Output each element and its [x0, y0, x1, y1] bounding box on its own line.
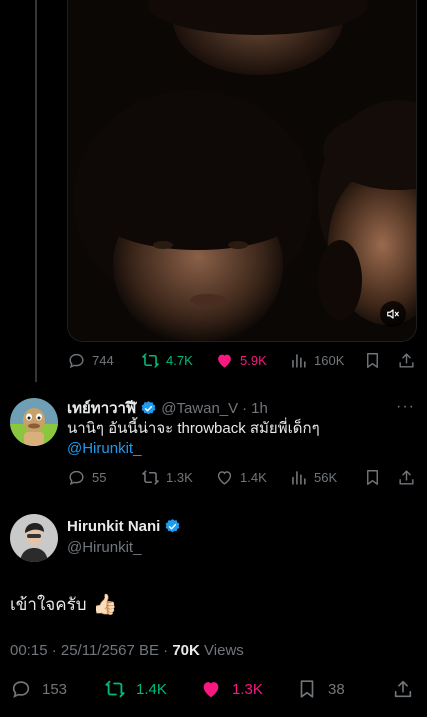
main-author-name[interactable]: Hirunkit Nani — [67, 518, 160, 535]
verified-badge-icon — [165, 519, 180, 533]
reply-icon — [69, 470, 84, 485]
retweet-button[interactable]: 1.4K — [104, 676, 167, 702]
retweet-count: 1.3K — [166, 469, 193, 485]
main-tweet-actions: 153 1.4K 1.3K 38 — [0, 676, 427, 702]
avatar-image — [10, 514, 58, 562]
reply-button[interactable]: 55 — [67, 466, 106, 488]
bookmark-icon — [367, 469, 378, 485]
tweet-views-count: 70K — [172, 642, 200, 659]
like-count: 1.3K — [232, 680, 263, 698]
views-count: 160K — [314, 352, 345, 368]
share-button[interactable] — [392, 676, 414, 702]
verified-badge-icon — [141, 400, 156, 414]
share-button[interactable] — [397, 349, 416, 371]
main-author: Hirunkit Nani — [67, 518, 181, 535]
like-button[interactable]: 1.4K — [215, 466, 267, 488]
reply-time[interactable]: 1h — [251, 400, 268, 417]
avatar-image — [10, 398, 58, 446]
share-icon — [394, 680, 412, 698]
more-options-button[interactable]: ··· — [396, 398, 415, 416]
media-tweet-actions: 744 4.7K 5.9K 160K — [67, 349, 419, 371]
mute-icon — [387, 309, 399, 319]
like-count: 1.4K — [240, 469, 267, 485]
like-count: 5.9K — [240, 352, 267, 368]
reply-icon — [12, 681, 30, 698]
retweet-button[interactable]: 1.3K — [141, 466, 193, 488]
reply-text: นานิๆ อันนี้น่าจะ throwback สมัยพี่เด็กๆ — [67, 420, 320, 437]
views-button[interactable]: 160K — [289, 349, 344, 371]
views-button[interactable]: 56K — [289, 466, 337, 488]
more-icon: ··· — [396, 398, 415, 415]
reply-author-name[interactable]: เทย์ทาวาฬี — [67, 396, 136, 420]
bookmark-button[interactable] — [363, 349, 382, 371]
thread-line — [35, 0, 37, 382]
separator-dot: · — [242, 399, 248, 417]
main-tweet-text: เข้าใจครับ — [10, 595, 87, 614]
retweet-count: 4.7K — [166, 352, 193, 368]
reply-count: 153 — [42, 680, 68, 698]
share-button[interactable] — [397, 466, 416, 488]
reply-header: เทย์ทาวาฬี @Tawan_V · 1h — [67, 396, 268, 420]
reply-author-handle[interactable]: @Tawan_V — [161, 400, 238, 417]
heart-icon — [217, 470, 232, 485]
views-icon — [292, 353, 306, 368]
retweet-icon — [105, 680, 125, 698]
bookmark-button[interactable] — [363, 466, 382, 488]
views-count: 56K — [314, 469, 338, 485]
like-button[interactable]: 1.3K — [200, 676, 263, 702]
reply-icon — [69, 353, 84, 368]
like-button[interactable]: 5.9K — [215, 349, 267, 371]
share-icon — [399, 469, 414, 485]
video-media[interactable] — [67, 0, 417, 342]
tweet-views-label: Views — [204, 642, 244, 659]
heart-icon — [218, 354, 231, 368]
retweet-count: 1.4K — [136, 680, 167, 698]
reply-button[interactable]: 153 — [10, 676, 67, 702]
reply-button[interactable]: 744 — [67, 349, 114, 371]
reply-count: 744 — [92, 352, 114, 368]
views-icon — [292, 470, 306, 485]
share-icon — [399, 352, 414, 368]
retweet-icon — [142, 352, 159, 368]
retweet-icon — [142, 469, 159, 485]
main-author-handle[interactable]: @Hirunkit_ — [67, 539, 141, 556]
main-avatar[interactable] — [10, 514, 58, 562]
bookmark-button[interactable]: 38 — [296, 676, 345, 702]
thumbs-up-emoji: 👍🏻 — [92, 594, 118, 616]
reply-count: 55 — [92, 469, 107, 485]
reply-mention-link[interactable]: @Hirunkit_ — [67, 439, 320, 459]
reply-body: นานิๆ อันนี้น่าจะ throwback สมัยพี่เด็กๆ… — [67, 419, 320, 459]
bookmark-count: 38 — [328, 680, 345, 698]
retweet-button[interactable]: 4.7K — [141, 349, 193, 371]
mute-button[interactable] — [380, 301, 406, 327]
bookmark-icon — [367, 352, 378, 368]
heart-icon — [203, 682, 219, 698]
main-tweet-body: เข้าใจครับ 👍🏻 — [10, 591, 117, 618]
reply-tweet-actions: 55 1.3K 1.4K 56K — [67, 466, 419, 488]
reply-avatar[interactable] — [10, 398, 58, 446]
video-frame — [68, 0, 416, 341]
bookmark-icon — [300, 680, 314, 698]
tweet-timestamp[interactable]: 00:15 · 25/11/2567 BE · — [10, 642, 168, 659]
tweet-meta: 00:15 · 25/11/2567 BE · 70K Views — [10, 642, 244, 659]
